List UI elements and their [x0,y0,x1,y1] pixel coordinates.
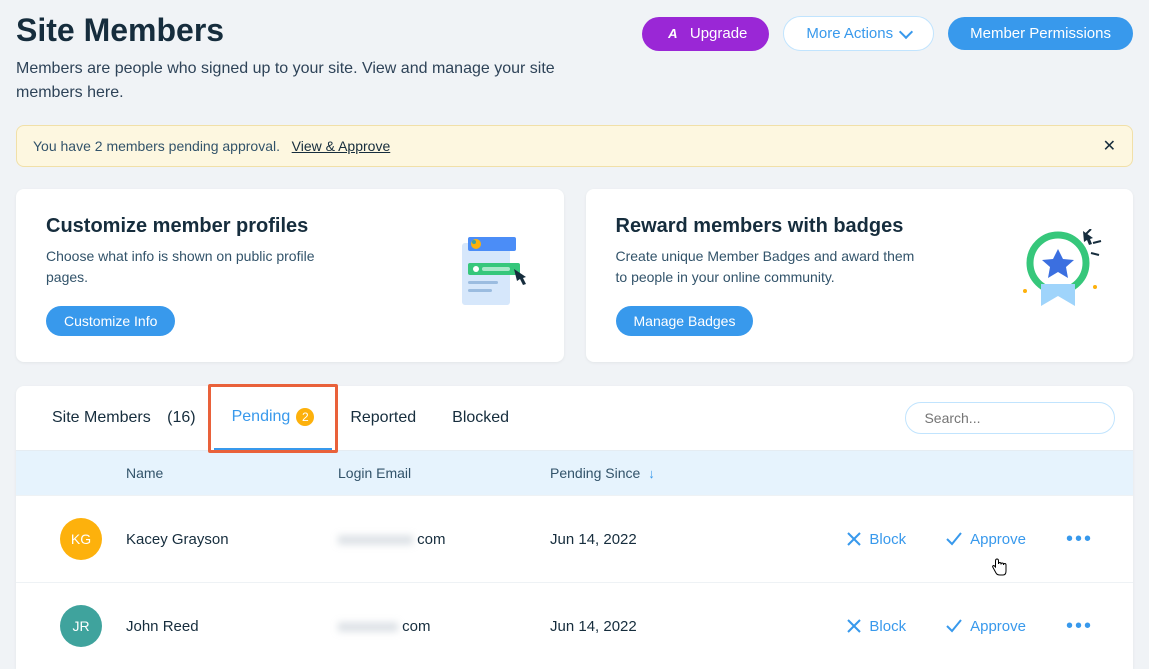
more-actions-label: More Actions [806,25,893,42]
tab-site-members[interactable]: Site Members (16) [34,387,214,449]
table-row: JR John Reed xxxxxxxx com Jun 14, 2022 B… [16,582,1133,669]
tab-reported[interactable]: Reported [332,387,434,449]
check-icon [946,532,962,546]
pending-badge: 2 [296,408,314,426]
badges-desc: Create unique Member Badges and award th… [616,246,916,288]
member-name: John Reed [126,618,338,635]
avatar: KG [60,518,102,560]
tab-reported-label: Reported [350,409,416,427]
tab-pending-label: Pending [232,408,291,426]
members-panel: Site Members (16) Pending 2 Reported Blo… [16,386,1133,669]
page-subtitle: Members are people who signed up to your… [16,57,586,105]
customize-info-button[interactable]: Customize Info [46,306,175,336]
header-action-bar: A Upgrade More Actions Member Permission… [642,12,1133,51]
pending-since-value: Jun 14, 2022 [550,531,780,548]
more-actions-button[interactable]: More Actions [783,16,934,51]
customize-desc: Choose what info is shown on public prof… [46,246,346,288]
tab-members-count: (16) [167,409,195,427]
x-icon [847,532,861,546]
tab-pending[interactable]: Pending 2 [214,386,333,451]
manage-badges-button[interactable]: Manage Badges [616,306,754,336]
badge-illustration [1013,229,1103,319]
sort-down-icon: ↓ [648,466,655,481]
close-icon[interactable]: ✕ [1103,136,1116,156]
table-row: KG Kacey Grayson xxxxxxxxxx com Jun 14, … [16,495,1133,582]
col-pending-since[interactable]: Pending Since ↓ [550,465,780,481]
col-name[interactable]: Name [126,465,338,481]
pending-since-value: Jun 14, 2022 [550,618,780,635]
check-icon [946,619,962,633]
member-name: Kacey Grayson [126,531,338,548]
tab-blocked-label: Blocked [452,409,509,427]
table-header: Name Login Email Pending Since ↓ [16,451,1133,495]
permissions-label: Member Permissions [970,25,1111,42]
member-email: xxxxxxxx com [338,618,550,635]
view-approve-link[interactable]: View & Approve [292,138,391,154]
upgrade-icon: A [664,25,682,43]
banner-text: You have 2 members pending approval. [33,138,280,154]
block-button[interactable]: Block [847,531,906,548]
more-options-icon[interactable]: ••• [1066,615,1093,638]
chevron-down-icon [899,24,913,38]
block-button[interactable]: Block [847,618,906,635]
page-title: Site Members [16,12,224,49]
avatar: JR [60,605,102,647]
badges-card: Reward members with badges Create unique… [586,189,1134,362]
search-input[interactable] [924,410,1105,426]
upgrade-button[interactable]: A Upgrade [642,17,770,51]
cursor-hand-icon [992,558,1008,576]
member-email: xxxxxxxxxx com [338,531,550,548]
upgrade-label: Upgrade [690,25,748,42]
tab-blocked[interactable]: Blocked [434,387,527,449]
pending-approval-banner: You have 2 members pending approval. Vie… [16,125,1133,167]
tabs-row: Site Members (16) Pending 2 Reported Blo… [16,386,1133,451]
tab-members-label: Site Members [52,409,151,427]
member-permissions-button[interactable]: Member Permissions [948,17,1133,50]
search-field[interactable] [905,402,1115,434]
x-icon [847,619,861,633]
approve-button[interactable]: Approve [946,618,1026,635]
customize-profiles-card: Customize member profiles Choose what in… [16,189,564,362]
approve-button[interactable]: Approve [946,531,1026,548]
col-email[interactable]: Login Email [338,465,550,481]
profile-card-illustration [454,229,534,319]
more-options-icon[interactable]: ••• [1066,528,1093,551]
